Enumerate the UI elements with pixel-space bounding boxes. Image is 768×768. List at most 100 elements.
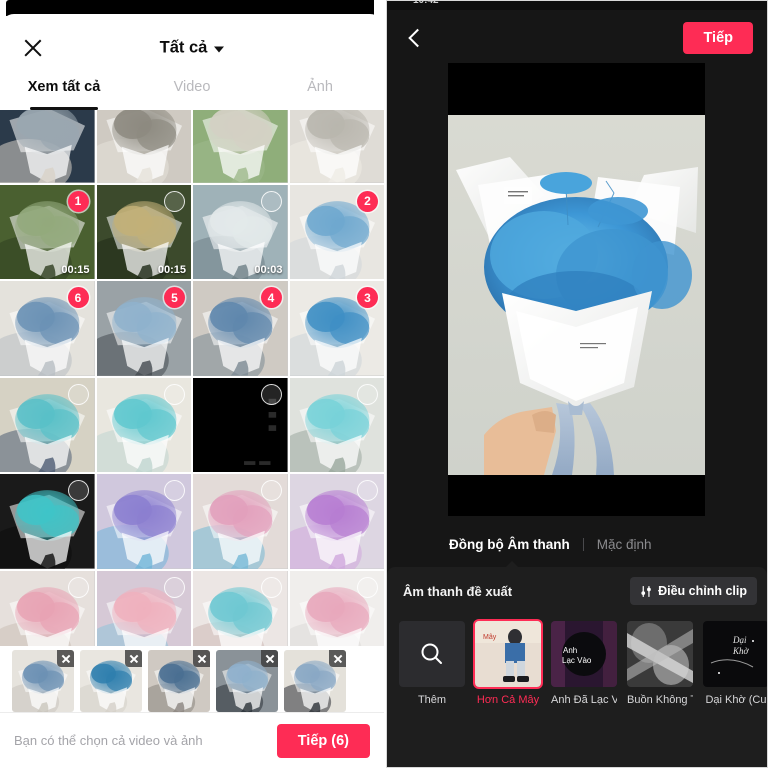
tab-mac-dinh[interactable]: Mặc định xyxy=(597,537,652,552)
selection-badge[interactable]: 5 xyxy=(164,287,185,308)
remove-icon[interactable] xyxy=(57,650,74,667)
selection-circle[interactable] xyxy=(67,576,89,598)
audio-panel: Âm thanh đề xuất Điều chỉnh clip Thêm Mây… xyxy=(387,567,767,739)
video-duration: 00:15 xyxy=(61,264,90,276)
tab-xem-tat-ca[interactable]: Xem tất cả xyxy=(0,70,128,110)
selection-badge[interactable]: 3 xyxy=(357,287,378,308)
svg-text:Mây: Mây xyxy=(483,634,497,641)
track-cover: Dại Khờ xyxy=(703,621,767,687)
selected-media-thumb[interactable] xyxy=(216,650,278,712)
preview-player[interactable] xyxy=(448,63,705,516)
remove-icon[interactable] xyxy=(193,650,210,667)
media-grid-item[interactable] xyxy=(289,110,384,183)
editor-next-button[interactable]: Tiếp xyxy=(683,22,753,54)
media-grid-item[interactable]: 5 xyxy=(96,281,191,376)
tab-dong-bo-am-thanh[interactable]: Đồng bộ Âm thanh xyxy=(449,537,570,552)
selected-media-thumb[interactable] xyxy=(148,650,210,712)
selection-badge[interactable]: 6 xyxy=(67,287,89,308)
selected-media-thumb[interactable] xyxy=(12,650,74,712)
media-grid-item[interactable]: 6 xyxy=(0,281,95,376)
media-grid-item[interactable] xyxy=(96,570,191,646)
media-grid-item[interactable]: 00:15 xyxy=(96,184,191,279)
media-grid-item[interactable] xyxy=(96,377,191,472)
media-grid[interactable]: 1 00:15 00:15 00:03 2 6 5 4 3 xyxy=(0,110,384,646)
media-grid-item[interactable] xyxy=(0,110,95,183)
selection-circle[interactable] xyxy=(260,190,282,212)
media-grid-item[interactable] xyxy=(289,570,384,646)
media-grid-item[interactable]: 3 xyxy=(289,281,384,376)
selection-circle[interactable] xyxy=(357,383,378,405)
audio-panel-header: Âm thanh đề xuất Điều chỉnh clip xyxy=(387,567,767,615)
selection-circle[interactable] xyxy=(357,576,378,598)
svg-text:Lạc Vào: Lạc Vào xyxy=(562,656,592,665)
recommended-tracks[interactable]: Thêm Mây Hơn Cả Mây Anh Lạc Vào Anh Đã Lạc V B… xyxy=(387,615,767,706)
track-label: Hơn Cả Mây xyxy=(476,694,540,706)
selection-circle[interactable] xyxy=(164,480,185,501)
media-grid-item[interactable] xyxy=(0,474,95,569)
selection-circle[interactable] xyxy=(357,480,378,501)
right-status-bar: 10:42 xyxy=(387,1,767,10)
selected-media-strip[interactable] xyxy=(0,646,384,712)
search-icon xyxy=(399,621,465,687)
media-grid-item[interactable]: 4 xyxy=(193,281,288,376)
adjust-clip-button[interactable]: Điều chỉnh clip xyxy=(630,577,757,605)
track-cover: Mây xyxy=(475,621,541,687)
tab-anh[interactable]: Ảnh xyxy=(256,70,384,110)
media-grid-item[interactable]: 00:03 xyxy=(193,184,288,279)
remove-icon[interactable] xyxy=(125,650,142,667)
chevron-left-icon[interactable] xyxy=(407,31,422,46)
media-grid-item[interactable] xyxy=(289,474,384,569)
selected-media-thumb[interactable] xyxy=(284,650,346,712)
track-cover: Anh Lạc Vào xyxy=(551,621,617,687)
media-grid-item[interactable] xyxy=(289,377,384,472)
tab-video[interactable]: Video xyxy=(128,70,256,110)
next-button[interactable]: Tiếp (6) xyxy=(276,723,370,758)
audio-track-item[interactable]: Dại Khờ Dại Khờ (Cu xyxy=(703,621,767,706)
selection-circle[interactable] xyxy=(164,190,185,212)
media-grid-item[interactable] xyxy=(193,570,288,646)
audio-track-item[interactable]: Anh Lạc Vào Anh Đã Lạc V xyxy=(551,621,617,706)
track-label: Anh Đã Lạc V xyxy=(551,694,617,706)
preview-photo xyxy=(448,115,705,475)
picker-sheet: Tất cả Xem tất cả Video Ảnh 1 00:15 00:15 0… xyxy=(0,14,384,768)
audio-section-title: Âm thanh đề xuất xyxy=(403,583,513,599)
remove-icon[interactable] xyxy=(261,650,278,667)
media-grid-item[interactable] xyxy=(0,570,95,646)
track-cover xyxy=(627,621,693,687)
selection-circle[interactable] xyxy=(260,383,282,405)
media-type-tabs: Xem tất cả Video Ảnh xyxy=(0,70,384,110)
media-grid-item[interactable] xyxy=(193,110,288,183)
media-grid-item[interactable]: 1 00:15 xyxy=(0,184,95,279)
album-selector[interactable]: Tất cả xyxy=(0,39,384,58)
media-grid-item[interactable] xyxy=(193,474,288,569)
selection-circle[interactable] xyxy=(164,383,185,405)
media-grid-item[interactable]: 2 xyxy=(289,184,384,279)
svg-text:Dại: Dại xyxy=(732,635,747,645)
audio-track-item[interactable]: Buồn Không T xyxy=(627,621,693,706)
selection-hint: Bạn có thể chọn cả video và ảnh xyxy=(14,733,203,748)
add-music-button[interactable]: Thêm xyxy=(399,621,465,706)
media-grid-item[interactable] xyxy=(96,474,191,569)
track-label: Thêm xyxy=(417,694,447,706)
media-grid-item[interactable] xyxy=(0,377,95,472)
audio-sync-tabs: Đồng bộ Âm thanh Mặc định xyxy=(387,527,767,561)
video-duration: 00:03 xyxy=(254,264,283,276)
selection-circle[interactable] xyxy=(260,576,282,598)
selection-circle[interactable] xyxy=(164,576,185,598)
editor-header: Tiếp xyxy=(387,10,767,66)
selection-badge[interactable]: 2 xyxy=(357,190,378,212)
media-grid-item[interactable] xyxy=(193,377,288,472)
chevron-down-icon xyxy=(214,46,225,53)
audio-track-item[interactable]: Mây Hơn Cả Mây xyxy=(475,621,541,706)
picker-header: Tất cả xyxy=(0,14,384,70)
selection-badge[interactable]: 4 xyxy=(260,287,282,308)
selected-media-thumb[interactable] xyxy=(80,650,142,712)
media-grid-item[interactable] xyxy=(96,110,191,183)
svg-text:Khờ: Khờ xyxy=(732,646,750,656)
selection-badge[interactable]: 1 xyxy=(67,190,89,212)
selection-circle[interactable] xyxy=(67,480,89,501)
selection-circle[interactable] xyxy=(67,383,89,405)
remove-icon[interactable] xyxy=(329,650,346,667)
bottom-navigation-bar xyxy=(387,739,767,767)
selection-circle[interactable] xyxy=(260,480,282,501)
